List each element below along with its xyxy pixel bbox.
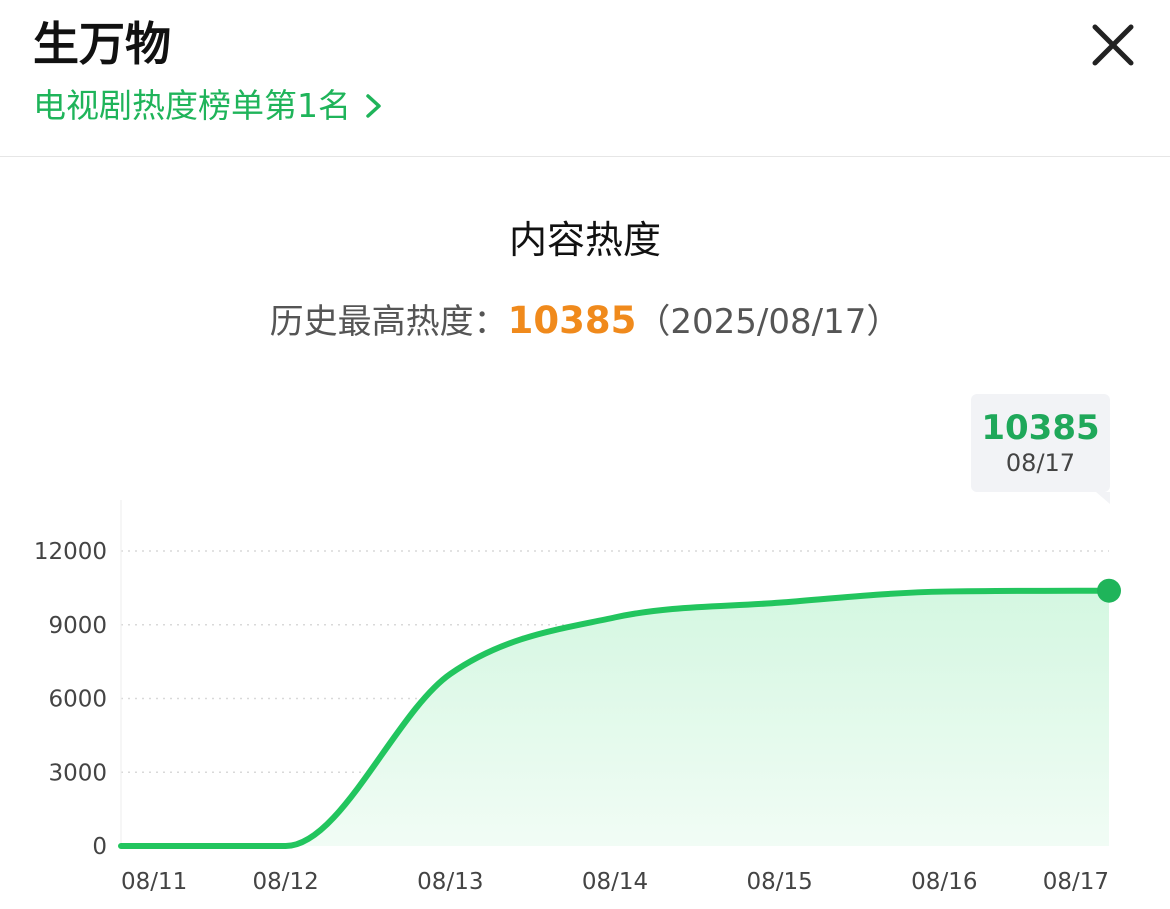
y-tick-label: 12000 bbox=[34, 539, 107, 565]
x-tick-label: 08/11 bbox=[121, 869, 187, 895]
highlight-point bbox=[1097, 578, 1121, 603]
x-tick-label: 08/14 bbox=[582, 869, 648, 895]
tooltip-tail bbox=[1096, 492, 1110, 504]
tooltip-value: 10385 bbox=[981, 408, 1100, 448]
series-area bbox=[121, 590, 1109, 846]
tooltip: 10385 08/17 bbox=[971, 394, 1110, 492]
x-tick-label: 08/17 bbox=[1043, 869, 1109, 895]
series-layer bbox=[118, 578, 1121, 850]
y-tick-label: 3000 bbox=[48, 760, 107, 786]
x-tick-label: 08/13 bbox=[417, 869, 483, 895]
x-tick-label: 08/16 bbox=[911, 869, 977, 895]
x-tick-label: 08/15 bbox=[747, 869, 813, 895]
y-tick-label: 6000 bbox=[48, 687, 107, 713]
y-tick-label: 9000 bbox=[48, 613, 107, 639]
tooltip-date: 08/17 bbox=[1005, 449, 1076, 477]
y-tick-label: 0 bbox=[92, 834, 107, 860]
x-tick-label: 08/12 bbox=[253, 869, 319, 895]
